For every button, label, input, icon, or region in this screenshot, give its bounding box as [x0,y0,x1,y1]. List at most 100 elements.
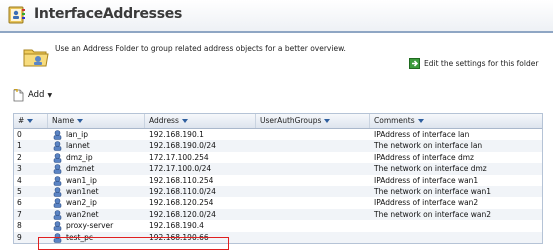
row-index: 1 [17,141,22,151]
address-table: # Name Address UserAuthGroups Comments 0… [13,113,543,244]
description-text: Use an Address Folder to group related a… [55,44,346,53]
row-name[interactable]: lannet [48,140,145,152]
table-body: 0 lan_ip 192.168.190.1 IPAddress of interfa… [14,129,542,243]
row-address: 192.168.120.254 [149,198,214,208]
row-index: 0 [17,130,22,139]
sort-arrow-icon [77,119,84,123]
row-address: 192.168.190.1 [149,130,204,139]
row-userauthgroups [256,232,370,243]
row-name[interactable]: dmz_ip [48,152,145,163]
row-comment: The network on interface wan1 [374,186,491,196]
sort-arrow-icon [324,119,331,123]
edit-folder-settings-link[interactable]: Edit the settings for this folder [409,58,539,69]
row-address: 172.17.100.0/24 [149,164,212,174]
row-address: 192.168.110.0/24 [149,186,216,196]
table-row[interactable]: 7 wan2net 192.168.120.0/24 The network on i… [14,208,542,221]
add-document-icon [13,88,24,101]
table-row[interactable]: 6 wan2_ip 192.168.120.254 IPAddress of inte… [14,197,542,209]
table-row[interactable]: 0 lan_ip 192.168.190.1 IPAddress of interfa… [14,129,542,140]
row-name[interactable]: wan2net [48,209,145,220]
row-index: 5 [17,186,22,196]
row-userauthgroups [256,163,370,174]
row-userauthgroups [256,129,370,140]
row-comment: The network on interface lan [374,141,483,151]
row-userauthgroups [256,140,370,151]
address-object-icon [53,175,62,186]
edit-settings-icon [409,58,420,69]
row-address: 172.17.100.254 [149,152,209,162]
folder-description: Use an Address Folder to group related a… [22,42,542,82]
row-name-label: proxy-server [66,221,114,231]
table-row[interactable]: 5 wan1net 192.168.110.0/24 The network on i… [14,185,542,198]
column-header-index[interactable]: # [14,114,48,128]
page-title: InterfaceAddresses [34,6,182,22]
row-name[interactable]: lan_ip [48,129,145,140]
edit-folder-settings-label: Edit the settings for this folder [424,59,539,68]
table-row[interactable]: 3 dmznet 172.17.100.0/24 The network on int… [14,163,542,175]
table-row[interactable]: 2 dmz_ip 172.17.100.254 IPAddress of interf… [14,152,542,163]
row-name-label: lan_ip [66,130,89,139]
address-object-icon [53,130,62,140]
row-name-label: lannet [66,141,90,151]
table-row[interactable]: 8 proxy-server 192.168.190.4 [14,220,542,231]
address-object-icon [53,187,62,197]
row-userauthgroups [256,175,370,186]
address-object-icon [53,209,62,220]
table-row[interactable]: 1 lannet 192.168.190.0/24 The network on in… [14,140,542,152]
chevron-down-icon: ▼ [47,91,53,99]
table-row[interactable]: 4 wan1_ip 192.168.110.254 IPAddress of inte… [14,175,542,186]
row-name[interactable]: wan1net [48,186,145,197]
address-book-icon [8,6,25,24]
add-label: Add [28,90,45,100]
row-name-label: wan1net [66,186,99,196]
column-header-userauthgroups[interactable]: UserAuthGroups [256,114,370,128]
row-comment: IPAddress of interface dmz [374,152,474,162]
row-userauthgroups [256,152,370,163]
sort-arrow-icon [181,119,188,123]
row-index: 7 [17,209,22,219]
row-index: 2 [17,152,22,162]
row-index: 3 [17,164,22,174]
address-object-icon [53,141,62,152]
folder-icon [23,49,49,67]
row-comment [370,232,542,243]
column-header-comments[interactable]: Comments [370,114,542,128]
row-comment: The network on interface wan2 [374,209,491,219]
title-bar: InterfaceAddresses [0,0,553,33]
add-button[interactable]: Add ▼ [13,88,52,102]
row-comment: IPAddress of interface lan [374,130,470,139]
row-name[interactable]: dmznet [48,163,145,174]
row-name-label: wan2_ip [66,198,97,208]
column-header-name[interactable]: Name [48,114,145,128]
row-comment: The network on interface dmz [374,164,487,174]
row-comment: IPAddress of interface wan1 [374,175,479,185]
row-index: 6 [17,198,22,208]
sort-arrow-icon [27,119,34,123]
row-name[interactable]: wan2_ip [48,197,145,209]
row-address: 192.168.110.254 [149,175,214,185]
row-address: 192.168.120.0/24 [149,209,216,219]
row-userauthgroups [256,209,370,220]
row-userauthgroups [256,197,370,208]
address-object-icon [53,221,62,231]
row-comment: IPAddress of interface wan2 [374,198,479,208]
row-userauthgroups [256,220,370,231]
row-address: 192.168.190.0/24 [149,141,216,151]
column-header-address[interactable]: Address [145,114,256,128]
address-object-icon [53,152,62,163]
row-name-label: dmznet [66,164,95,174]
row-index: 4 [17,175,22,185]
highlight-box [38,237,229,250]
row-name[interactable]: proxy-server [48,220,145,231]
row-index: 8 [17,221,22,231]
row-comment [370,220,542,231]
address-object-icon [53,164,62,174]
row-name-label: wan1_ip [66,175,97,185]
row-name[interactable]: wan1_ip [48,175,145,186]
row-userauthgroups [256,186,370,197]
table-header: # Name Address UserAuthGroups Comments [14,114,542,129]
address-object-icon [53,198,62,209]
sort-arrow-icon [417,119,424,123]
row-name-label: wan2net [66,209,99,219]
row-name-label: dmz_ip [66,152,93,162]
